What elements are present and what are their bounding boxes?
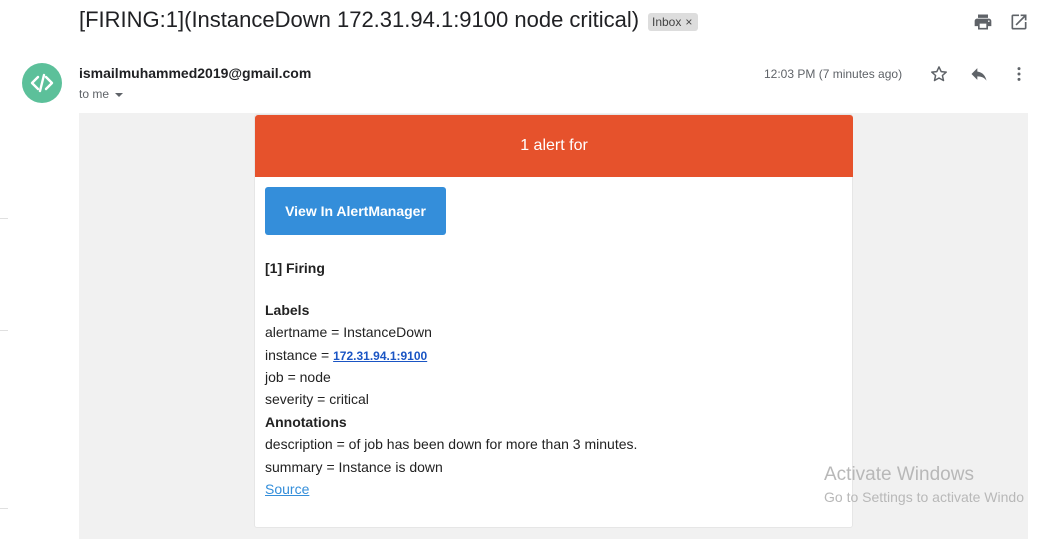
print-icon[interactable] xyxy=(973,12,993,32)
alert-card: 1 alert for View In AlertManager [1] Fir… xyxy=(254,114,853,528)
inbox-label-text: Inbox xyxy=(652,15,682,29)
label-instance: instance = 172.31.94.1:9100 xyxy=(265,347,427,363)
left-divider xyxy=(0,330,8,331)
label-instance-prefix: instance = xyxy=(265,347,334,363)
activate-windows-title: Activate Windows xyxy=(824,464,974,485)
reply-icon[interactable] xyxy=(969,64,989,84)
chevron-down-icon xyxy=(115,92,124,97)
source-link-row: Source xyxy=(265,481,309,497)
source-link[interactable]: Source xyxy=(265,481,309,497)
email-subject: [FIRING:1](InstanceDown 172.31.94.1:9100… xyxy=(79,7,640,32)
view-in-alertmanager-button[interactable]: View In AlertManager xyxy=(265,187,446,235)
label-job: job = node xyxy=(265,369,331,385)
firing-heading: [1] Firing xyxy=(265,260,325,276)
recipients-text: to me xyxy=(79,87,110,101)
annotation-description: description = of job has been down for m… xyxy=(265,436,638,452)
label-alertname: alertname = InstanceDown xyxy=(265,324,432,340)
annotations-heading: Annotations xyxy=(265,414,347,430)
label-severity: severity = critical xyxy=(265,391,369,407)
code-avatar-icon xyxy=(30,73,54,93)
remove-label-icon[interactable]: × xyxy=(685,15,692,29)
activate-windows-subtitle: Go to Settings to activate Windo xyxy=(824,489,1024,505)
left-divider xyxy=(0,218,8,219)
sender-email: ismailmuhammed2019@gmail.com xyxy=(79,65,312,81)
inbox-label-chip[interactable]: Inbox × xyxy=(648,13,699,31)
instance-link[interactable]: 172.31.94.1:9100 xyxy=(333,349,427,363)
more-vert-icon[interactable] xyxy=(1009,64,1029,84)
labels-heading: Labels xyxy=(265,302,310,318)
star-icon[interactable] xyxy=(929,64,949,84)
annotation-summary: summary = Instance is down xyxy=(265,459,443,475)
left-divider xyxy=(0,508,8,509)
alert-banner: 1 alert for xyxy=(255,115,853,177)
sender-avatar xyxy=(22,63,62,103)
email-timestamp: 12:03 PM (7 minutes ago) xyxy=(764,67,903,81)
open-in-new-window-icon[interactable] xyxy=(1009,12,1029,32)
recipients-toggle[interactable]: to me xyxy=(79,87,124,101)
